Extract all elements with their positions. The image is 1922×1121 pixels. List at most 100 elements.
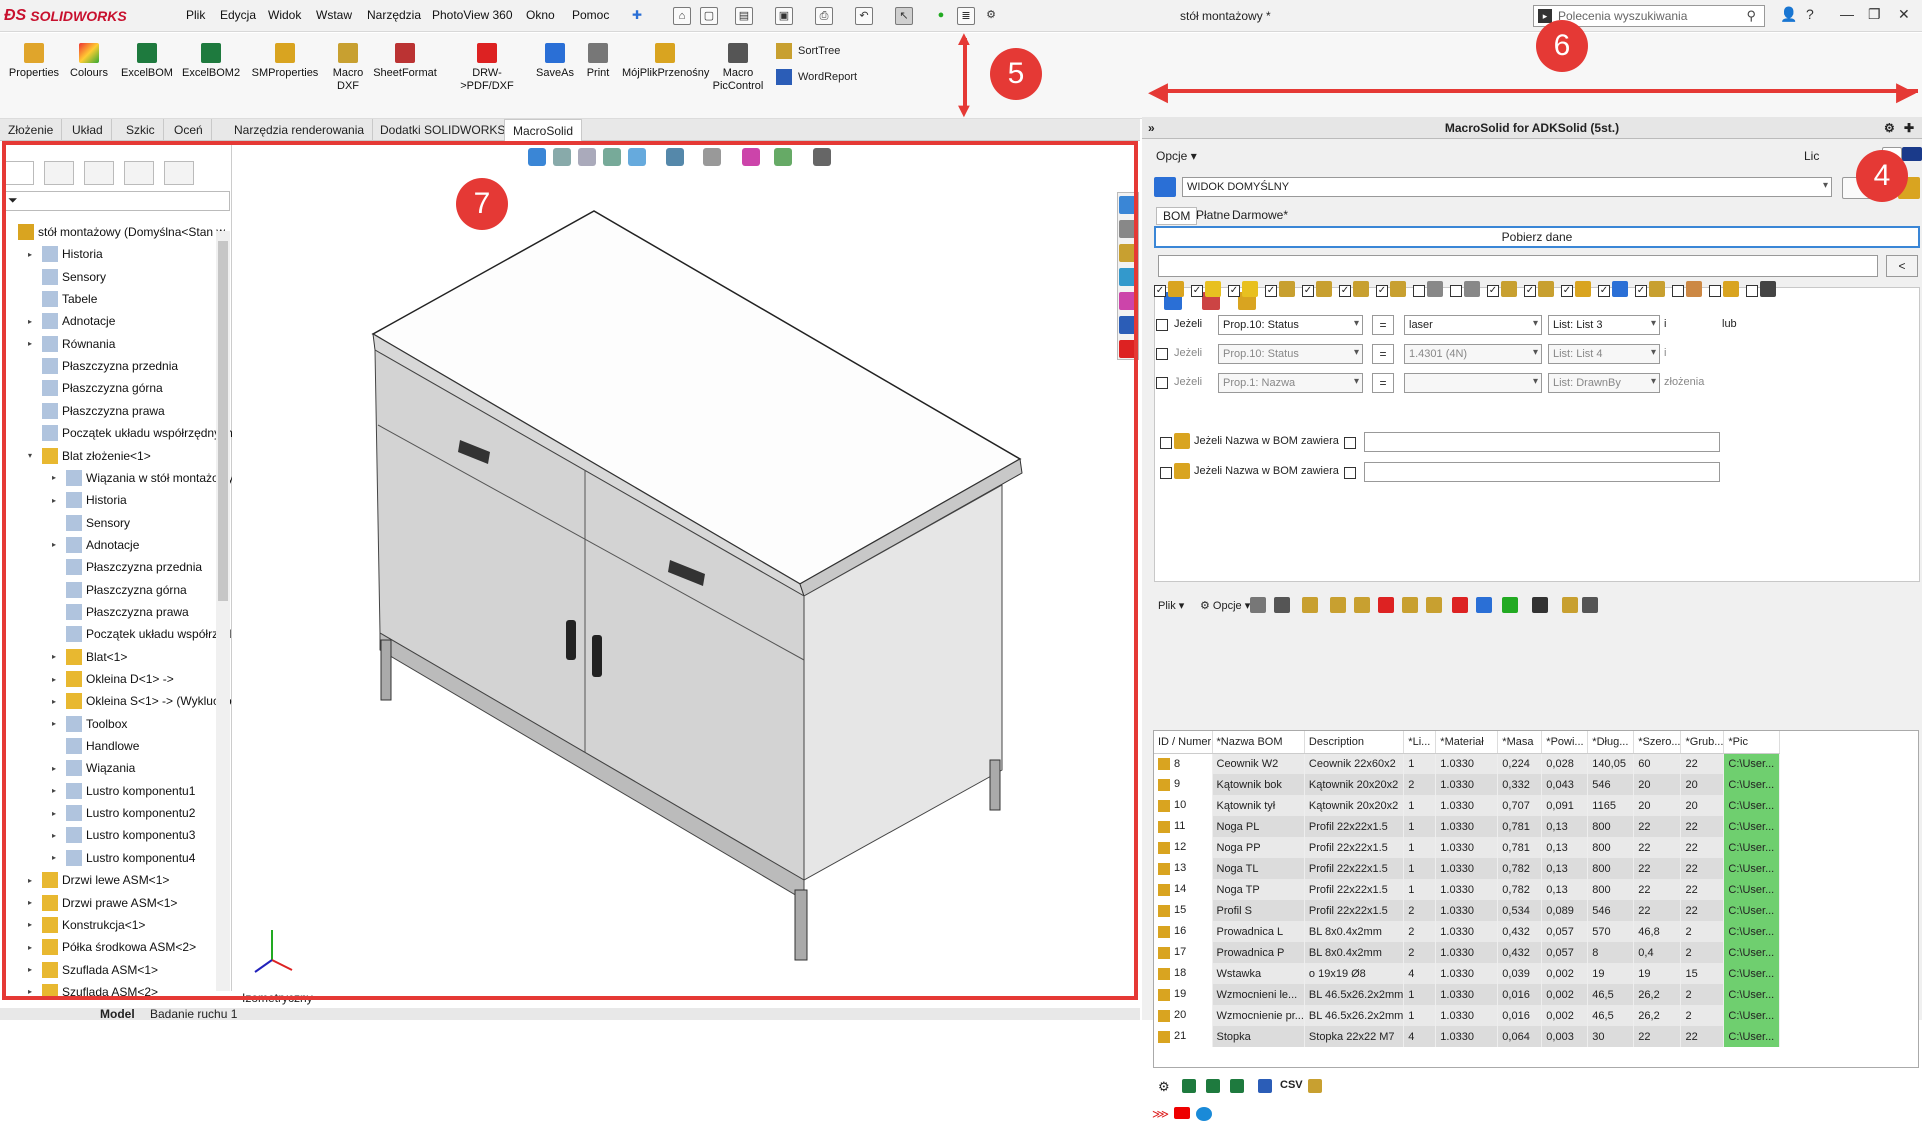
print-icon[interactable]: ⎙	[815, 7, 833, 25]
macrosolid-logo-icon[interactable]: ⋙	[1152, 1107, 1169, 1121]
file-properties-icon[interactable]: ≣	[957, 7, 975, 25]
user-icon[interactable]: 👤	[1780, 6, 1797, 23]
bom-column-header[interactable]: *Nazwa BOM	[1212, 731, 1305, 754]
bom-column-header[interactable]: *Pic	[1723, 731, 1781, 754]
type-filter-checkbox[interactable]: ✓	[1524, 285, 1536, 297]
menu-photoview[interactable]: PhotoView 360	[432, 8, 513, 22]
excelbom2-button[interactable]: ExcelBOM2	[182, 43, 240, 80]
name-filter-input-1[interactable]	[1364, 432, 1720, 452]
filter-property-select[interactable]: Prop.10: Status ▾	[1218, 344, 1363, 364]
type-filter-checkbox[interactable]: ✓	[1561, 285, 1573, 297]
menu-pomoc[interactable]: Pomoc	[572, 8, 609, 22]
settings-gear-icon[interactable]: ⚙	[1884, 117, 1895, 139]
export-word-icon[interactable]	[1258, 1079, 1272, 1093]
menu-narzedzia[interactable]: Narzędzia	[367, 8, 421, 22]
bom-tool-icon[interactable]	[1250, 597, 1266, 613]
close-icon[interactable]: ✕	[1898, 6, 1910, 23]
bom-column-header[interactable]: *Li...	[1403, 731, 1437, 754]
monitor-icon[interactable]	[1154, 177, 1176, 197]
minimize-icon[interactable]: —	[1840, 6, 1854, 22]
bom-column-header[interactable]: *Powi...	[1541, 731, 1589, 754]
macro-dxf-button[interactable]: Macro DXF	[328, 43, 368, 93]
name-filter-checkbox-1[interactable]	[1160, 437, 1172, 449]
bom-row[interactable]: 19 Wzmocnieni le... BL 46.5x26.2x2mm 1 1.033…	[1154, 984, 1781, 1005]
bom-row[interactable]: 11 Noga PL Profil 22x22x1.5 1 1.0330 0,781 0,1…	[1154, 816, 1781, 837]
name-filter-checkbox-2[interactable]	[1160, 467, 1172, 479]
excelbom-button[interactable]: ExcelBOM	[120, 43, 174, 80]
bom-column-header[interactable]: *Masa	[1497, 731, 1543, 754]
filter-checkbox[interactable]	[1156, 377, 1168, 389]
export-csv-button[interactable]: CSV	[1280, 1079, 1303, 1091]
tab-narzedzia-renderowania[interactable]: Narzędzia renderowania	[226, 119, 374, 141]
tab-szkic[interactable]: Szkic	[118, 119, 164, 141]
bom-row[interactable]: 8 Ceownik W2 Ceownik 22x60x2 1 1.0330 0,224 0,…	[1154, 753, 1781, 774]
colours-button[interactable]: Colours	[66, 43, 112, 80]
bom-tool-icon[interactable]	[1402, 597, 1418, 613]
name-filter-option-1[interactable]	[1344, 437, 1356, 449]
bom-column-header[interactable]: *Szero...	[1633, 731, 1682, 754]
bom-tool-icon[interactable]	[1476, 597, 1492, 613]
save-icon[interactable]: ▣	[775, 7, 793, 25]
name-filter-option-2[interactable]	[1344, 467, 1356, 479]
type-filter-checkbox[interactable]: ✓	[1376, 285, 1388, 297]
filter-value-select[interactable]: laser ▾	[1404, 315, 1542, 335]
new-document-icon[interactable]: ▢	[700, 7, 718, 25]
type-filter-checkbox[interactable]	[1746, 285, 1758, 297]
bom-tool-icon[interactable]	[1426, 597, 1442, 613]
bom-opcje-menu[interactable]: ⚙ Opcje ▾	[1200, 599, 1250, 612]
bom-tool-icon[interactable]	[1378, 597, 1394, 613]
home-icon[interactable]: ⌂	[673, 7, 691, 25]
type-filter-checkbox[interactable]: ✓	[1598, 285, 1610, 297]
type-filter-checkbox[interactable]: ✓	[1635, 285, 1647, 297]
properties-button[interactable]: Properties	[8, 43, 60, 80]
filter-checkbox[interactable]	[1156, 319, 1168, 331]
menu-plik[interactable]: Plik	[186, 8, 205, 22]
menu-edycja[interactable]: Edycja	[220, 8, 256, 22]
filter-list-select[interactable]: List: List 3 ▾	[1548, 315, 1660, 335]
pin-icon[interactable]: ✚	[632, 8, 642, 22]
open-icon[interactable]: ▤	[735, 7, 753, 25]
type-filter-checkbox[interactable]: ✓	[1191, 285, 1203, 297]
tab-ocen[interactable]: Oceń	[166, 119, 212, 141]
bom-column-header[interactable]: ID / Numer	[1154, 731, 1213, 754]
type-filter-checkbox[interactable]	[1450, 285, 1462, 297]
type-filter-checkbox[interactable]: ✓	[1265, 285, 1277, 297]
bom-row[interactable]: 17 Prowadnica P BL 8x0.4x2mm 2 1.0330 0,432 0,…	[1154, 942, 1781, 963]
bom-row[interactable]: 15 Profil S Profil 22x22x1.5 2 1.0330 0,534 0,…	[1154, 900, 1781, 921]
bom-tool-icon[interactable]	[1274, 597, 1290, 613]
menu-okno[interactable]: Okno	[526, 8, 555, 22]
bom-tool-icon[interactable]	[1302, 597, 1318, 613]
type-filter-checkbox[interactable]: ✓	[1154, 285, 1166, 297]
export-excel-icon[interactable]	[1182, 1079, 1196, 1093]
bom-row[interactable]: 10 Kątownik tył Kątownik 20x20x2 1 1.0330 0,7…	[1154, 795, 1781, 816]
export-excel2-icon[interactable]	[1206, 1079, 1220, 1093]
wordreport-button[interactable]: WordReport	[776, 69, 857, 85]
bom-tool-icon[interactable]	[1582, 597, 1598, 613]
type-filter-checkbox[interactable]	[1672, 285, 1684, 297]
bom-row[interactable]: 12 Noga PP Profil 22x22x1.5 1 1.0330 0,781 0,1…	[1154, 837, 1781, 858]
mojplikprzenosny-button[interactable]: MójPlikPrzenośny	[622, 43, 709, 80]
web-icon[interactable]	[1196, 1107, 1212, 1121]
filter-property-select[interactable]: Prop.10: Status ▾	[1218, 315, 1363, 335]
tab-macrosolid[interactable]: MacroSolid	[504, 119, 583, 141]
bom-column-header[interactable]: *Dług...	[1587, 731, 1635, 754]
youtube-icon[interactable]	[1174, 1107, 1190, 1119]
bom-tool-icon[interactable]	[1330, 597, 1346, 613]
filter-list-select[interactable]: List: DrawnBy ▾	[1548, 373, 1660, 393]
bom-tool-icon[interactable]	[1354, 597, 1370, 613]
drw-pdf-dxf-button[interactable]: DRW->PDF/DXF	[446, 43, 528, 93]
bom-column-header[interactable]: Description	[1304, 731, 1405, 754]
pobierz-dane-button[interactable]: Pobierz dane	[1154, 226, 1920, 248]
opcje-menu[interactable]: Opcje ▾	[1156, 149, 1197, 163]
bom-row[interactable]: 20 Wzmocnienie pr... BL 46.5x26.2x2mm 1 1.03…	[1154, 1005, 1781, 1026]
help-icon[interactable]: ?	[1806, 6, 1814, 22]
subtab-darmowe[interactable]: Darmowe*	[1232, 208, 1288, 222]
tab-model[interactable]: Model	[100, 1008, 135, 1020]
subtab-platne[interactable]: Płatne	[1196, 208, 1230, 222]
bom-tool-icon[interactable]	[1502, 597, 1518, 613]
tab-uklad[interactable]: Układ	[64, 119, 112, 141]
type-filter-checkbox[interactable]	[1413, 285, 1425, 297]
macro-piccontrol-button[interactable]: Macro PicControl	[712, 43, 764, 93]
menu-widok[interactable]: Widok	[268, 8, 301, 22]
filter-checkbox[interactable]	[1156, 348, 1168, 360]
